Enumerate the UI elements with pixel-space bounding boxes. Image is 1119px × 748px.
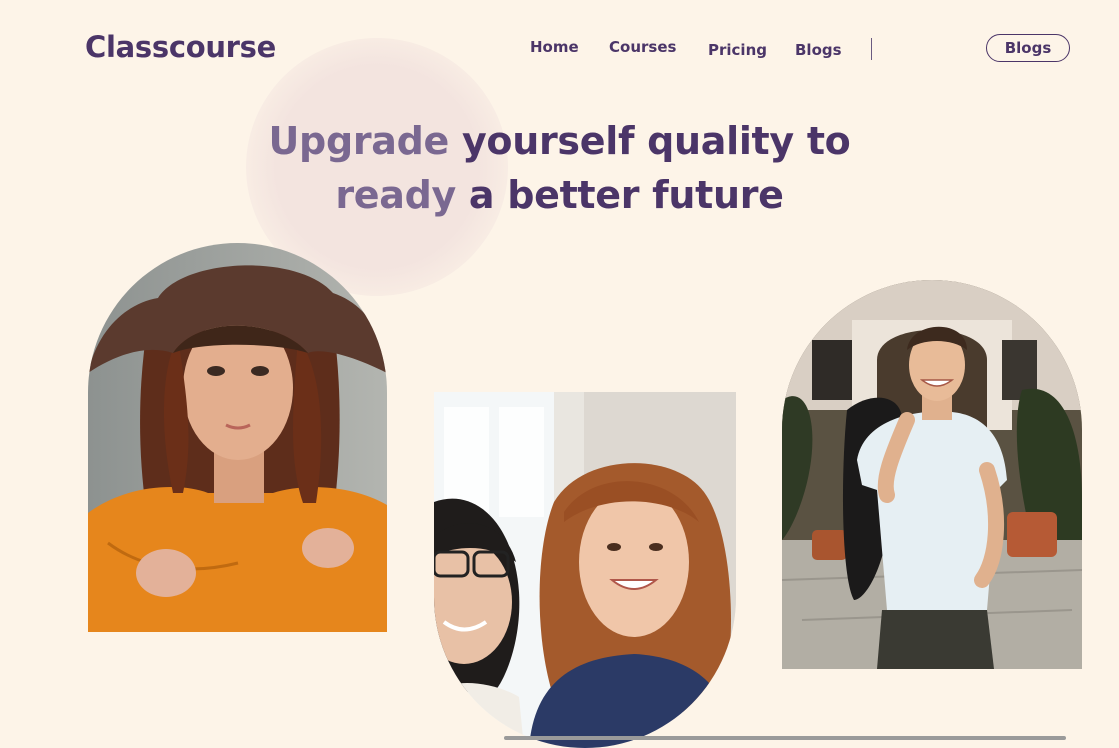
- two-women-smiling-photo: [434, 392, 736, 748]
- two-women-illustration: [434, 392, 736, 748]
- nav-courses[interactable]: Courses: [609, 38, 676, 56]
- hero-line-1-rest: yourself quality to: [461, 119, 851, 163]
- hero-line-2: ready a better future: [335, 173, 784, 217]
- main-nav: Home Courses Pricing Blogs: [0, 38, 1119, 62]
- man-with-guitar-photo: [782, 280, 1082, 669]
- nav-home[interactable]: Home: [530, 38, 579, 56]
- nav-divider: [871, 38, 872, 60]
- hero-line-1: Upgrade yourself quality to: [269, 119, 851, 163]
- man-with-guitar-illustration: [782, 280, 1082, 669]
- hero-accent-upgrade: Upgrade: [268, 119, 450, 163]
- nav-pricing[interactable]: Pricing: [708, 41, 767, 59]
- woman-with-hat-photo: [88, 243, 387, 632]
- nav-blogs[interactable]: Blogs: [795, 41, 842, 59]
- woman-with-hat-illustration: [88, 243, 387, 632]
- hero-line-2-rest: a better future: [468, 173, 784, 217]
- hero-accent-ready: ready: [335, 173, 456, 217]
- blogs-button[interactable]: Blogs: [986, 34, 1070, 62]
- hero-heading: Upgrade yourself quality to ready a bett…: [0, 114, 1119, 222]
- horizontal-scrollbar[interactable]: [504, 736, 1066, 740]
